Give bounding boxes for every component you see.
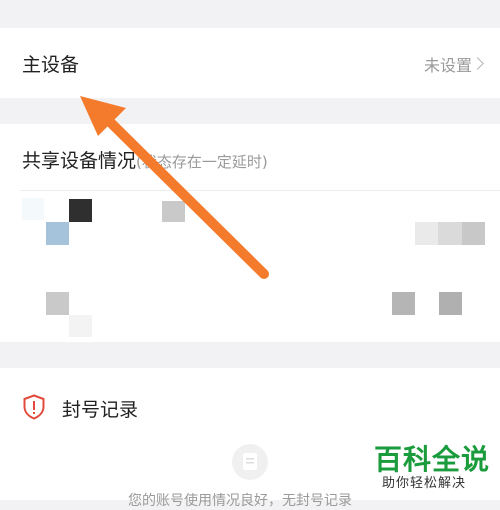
device-icon	[439, 292, 462, 315]
shield-alert-icon	[22, 394, 46, 420]
device-icon	[162, 201, 185, 222]
chevron-right-icon	[471, 57, 484, 70]
document-icon	[232, 444, 268, 480]
device-icon	[22, 198, 44, 220]
divider	[20, 190, 500, 191]
device-icon	[69, 315, 92, 337]
shared-devices-title: 共享设备情况	[22, 150, 137, 172]
shared-devices-header: 共享设备情况(状态存在一定延时)	[22, 146, 268, 173]
primary-device-label: 主设备	[22, 54, 80, 76]
shared-devices-note: (状态存在一定延时)	[136, 153, 268, 171]
device-icon	[46, 222, 69, 245]
device-icon	[438, 222, 462, 245]
ban-record-empty-text: 您的账号使用情况良好，无封号记录	[128, 493, 352, 509]
device-icon	[46, 292, 69, 315]
primary-device-value: 未设置	[423, 56, 472, 75]
shared-devices-card: 共享设备情况(状态存在一定延时)	[0, 124, 500, 342]
device-icon	[69, 199, 92, 222]
device-icon	[392, 292, 415, 315]
watermark-subtitle: 助你轻松解决	[382, 476, 467, 491]
device-icon	[462, 222, 485, 245]
primary-device-row[interactable]: 主设备 未设置	[0, 28, 500, 98]
ban-record-label: 封号记录	[62, 399, 139, 421]
device-icon	[415, 222, 438, 245]
